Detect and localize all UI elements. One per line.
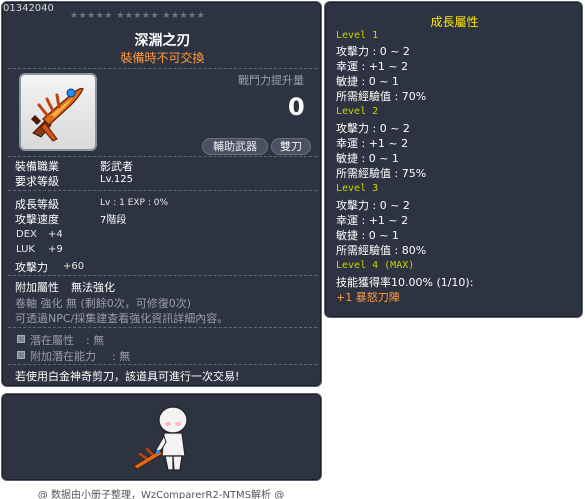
potential-bullet-icon	[17, 335, 25, 343]
growth-level-3-line: 幸運 : +1 ~ 2	[336, 214, 409, 227]
dex-label: DEX	[16, 229, 37, 240]
divider	[8, 156, 317, 157]
growth-level-3-line: 所需經驗值 : 80%	[336, 244, 427, 257]
dagger-icon	[31, 87, 84, 142]
item-tooltip-panel: 01342040 ★★★★★ ★★★★★ ★★★★★ 深淵之刃 裝備時不可交換 …	[1, 1, 322, 387]
growth-level-1-header: Level 1	[336, 30, 379, 41]
enhance-info-note: 可透過NPC/採集建查看強化資訊詳細內容。	[15, 312, 229, 325]
potential-label: 潛在屬性	[30, 334, 74, 347]
growth-skill-reward: +1 暴怒刀陣	[336, 291, 400, 304]
growth-level-value: Lv : 1 EXP : 0%	[100, 198, 168, 208]
growth-level-2-line: 所需經驗值 : 75%	[336, 167, 427, 180]
growth-level-label: 成長等級	[15, 198, 59, 211]
attack-speed-label: 攻擊速度	[15, 213, 59, 226]
growth-level-2-header: Level 2	[336, 106, 379, 117]
divider	[8, 68, 317, 69]
growth-level-2-line: 攻擊力 : 0 ~ 2	[336, 122, 410, 135]
attack-label: 攻擊力	[15, 261, 48, 274]
trade-restriction: 裝備時不可交換	[120, 51, 205, 65]
luk-value: +9	[48, 244, 63, 255]
growth-level-4-header: Level 4 (MAX)	[336, 260, 415, 271]
divider	[8, 327, 317, 328]
growth-level-1-line: 敏捷 : 0 ~ 1	[336, 75, 399, 88]
growth-level-2-line: 敏捷 : 0 ~ 1	[336, 152, 399, 165]
item-name: 深淵之刃	[134, 33, 191, 49]
avatar-preview-panel	[1, 393, 322, 481]
divider	[8, 364, 317, 365]
potential-value: : 無	[86, 334, 105, 347]
category-tag-weapon-type: 雙刀	[271, 138, 311, 155]
scroll-upgrade-info: 卷軸 強化 無 (剩餘0次，可修復0次)	[15, 297, 192, 310]
req-level-label: 要求等級	[15, 175, 59, 188]
growth-level-2-line: 幸運 : +1 ~ 2	[336, 137, 409, 150]
additional-potential-bullet-icon	[17, 351, 25, 359]
flame-value: 無法強化	[71, 281, 115, 294]
divider	[8, 275, 317, 276]
item-code: 01342040	[3, 3, 54, 14]
star-force-stars: ★★★★★ ★★★★★ ★★★★★	[70, 11, 206, 21]
category-tag-secondary-weapon: 輔助武器	[202, 138, 268, 155]
credits-footer: @ 数据由小册子整理，WzComparerR2-NTMS解析 @	[37, 490, 285, 499]
combat-power-label: 戰鬥力提升量	[238, 74, 304, 87]
attack-value: +60	[63, 261, 85, 272]
character-preview-icon	[133, 406, 188, 471]
flame-label: 附加屬性	[15, 281, 59, 294]
divider	[8, 190, 317, 191]
growth-level-3-header: Level 3	[336, 183, 379, 194]
additional-potential-label: 附加潛在能力	[30, 350, 96, 363]
growth-level-4-line: 技能獲得率10.00% (1/10):	[336, 276, 474, 289]
item-icon-frame	[19, 73, 97, 151]
req-level-value: Lv.125	[100, 174, 133, 185]
job-label: 裝備職業	[15, 160, 59, 173]
growth-level-3-line: 敏捷 : 0 ~ 1	[336, 229, 399, 242]
growth-level-1-line: 攻擊力 : 0 ~ 2	[336, 45, 410, 58]
dex-value: +4	[48, 229, 63, 240]
growth-level-1-line: 所需經驗值 : 70%	[336, 90, 427, 103]
growth-title: 成長屬性	[430, 15, 479, 29]
growth-attributes-panel: 成長屬性 Level 1 攻擊力 : 0 ~ 2 幸運 : +1 ~ 2 敏捷 …	[324, 1, 583, 318]
growth-level-3-line: 攻擊力 : 0 ~ 2	[336, 199, 410, 212]
attack-speed-value: 7階段	[100, 215, 127, 226]
growth-level-1-line: 幸運 : +1 ~ 2	[336, 60, 409, 73]
additional-potential-value: : 無	[112, 350, 131, 363]
luk-label: LUK	[16, 244, 35, 255]
job-value: 影武者	[100, 160, 133, 173]
combat-power-value: 0	[288, 93, 305, 121]
trade-hint: 若使用白金神奇剪刀，該道具可進行一次交易!	[15, 370, 240, 383]
